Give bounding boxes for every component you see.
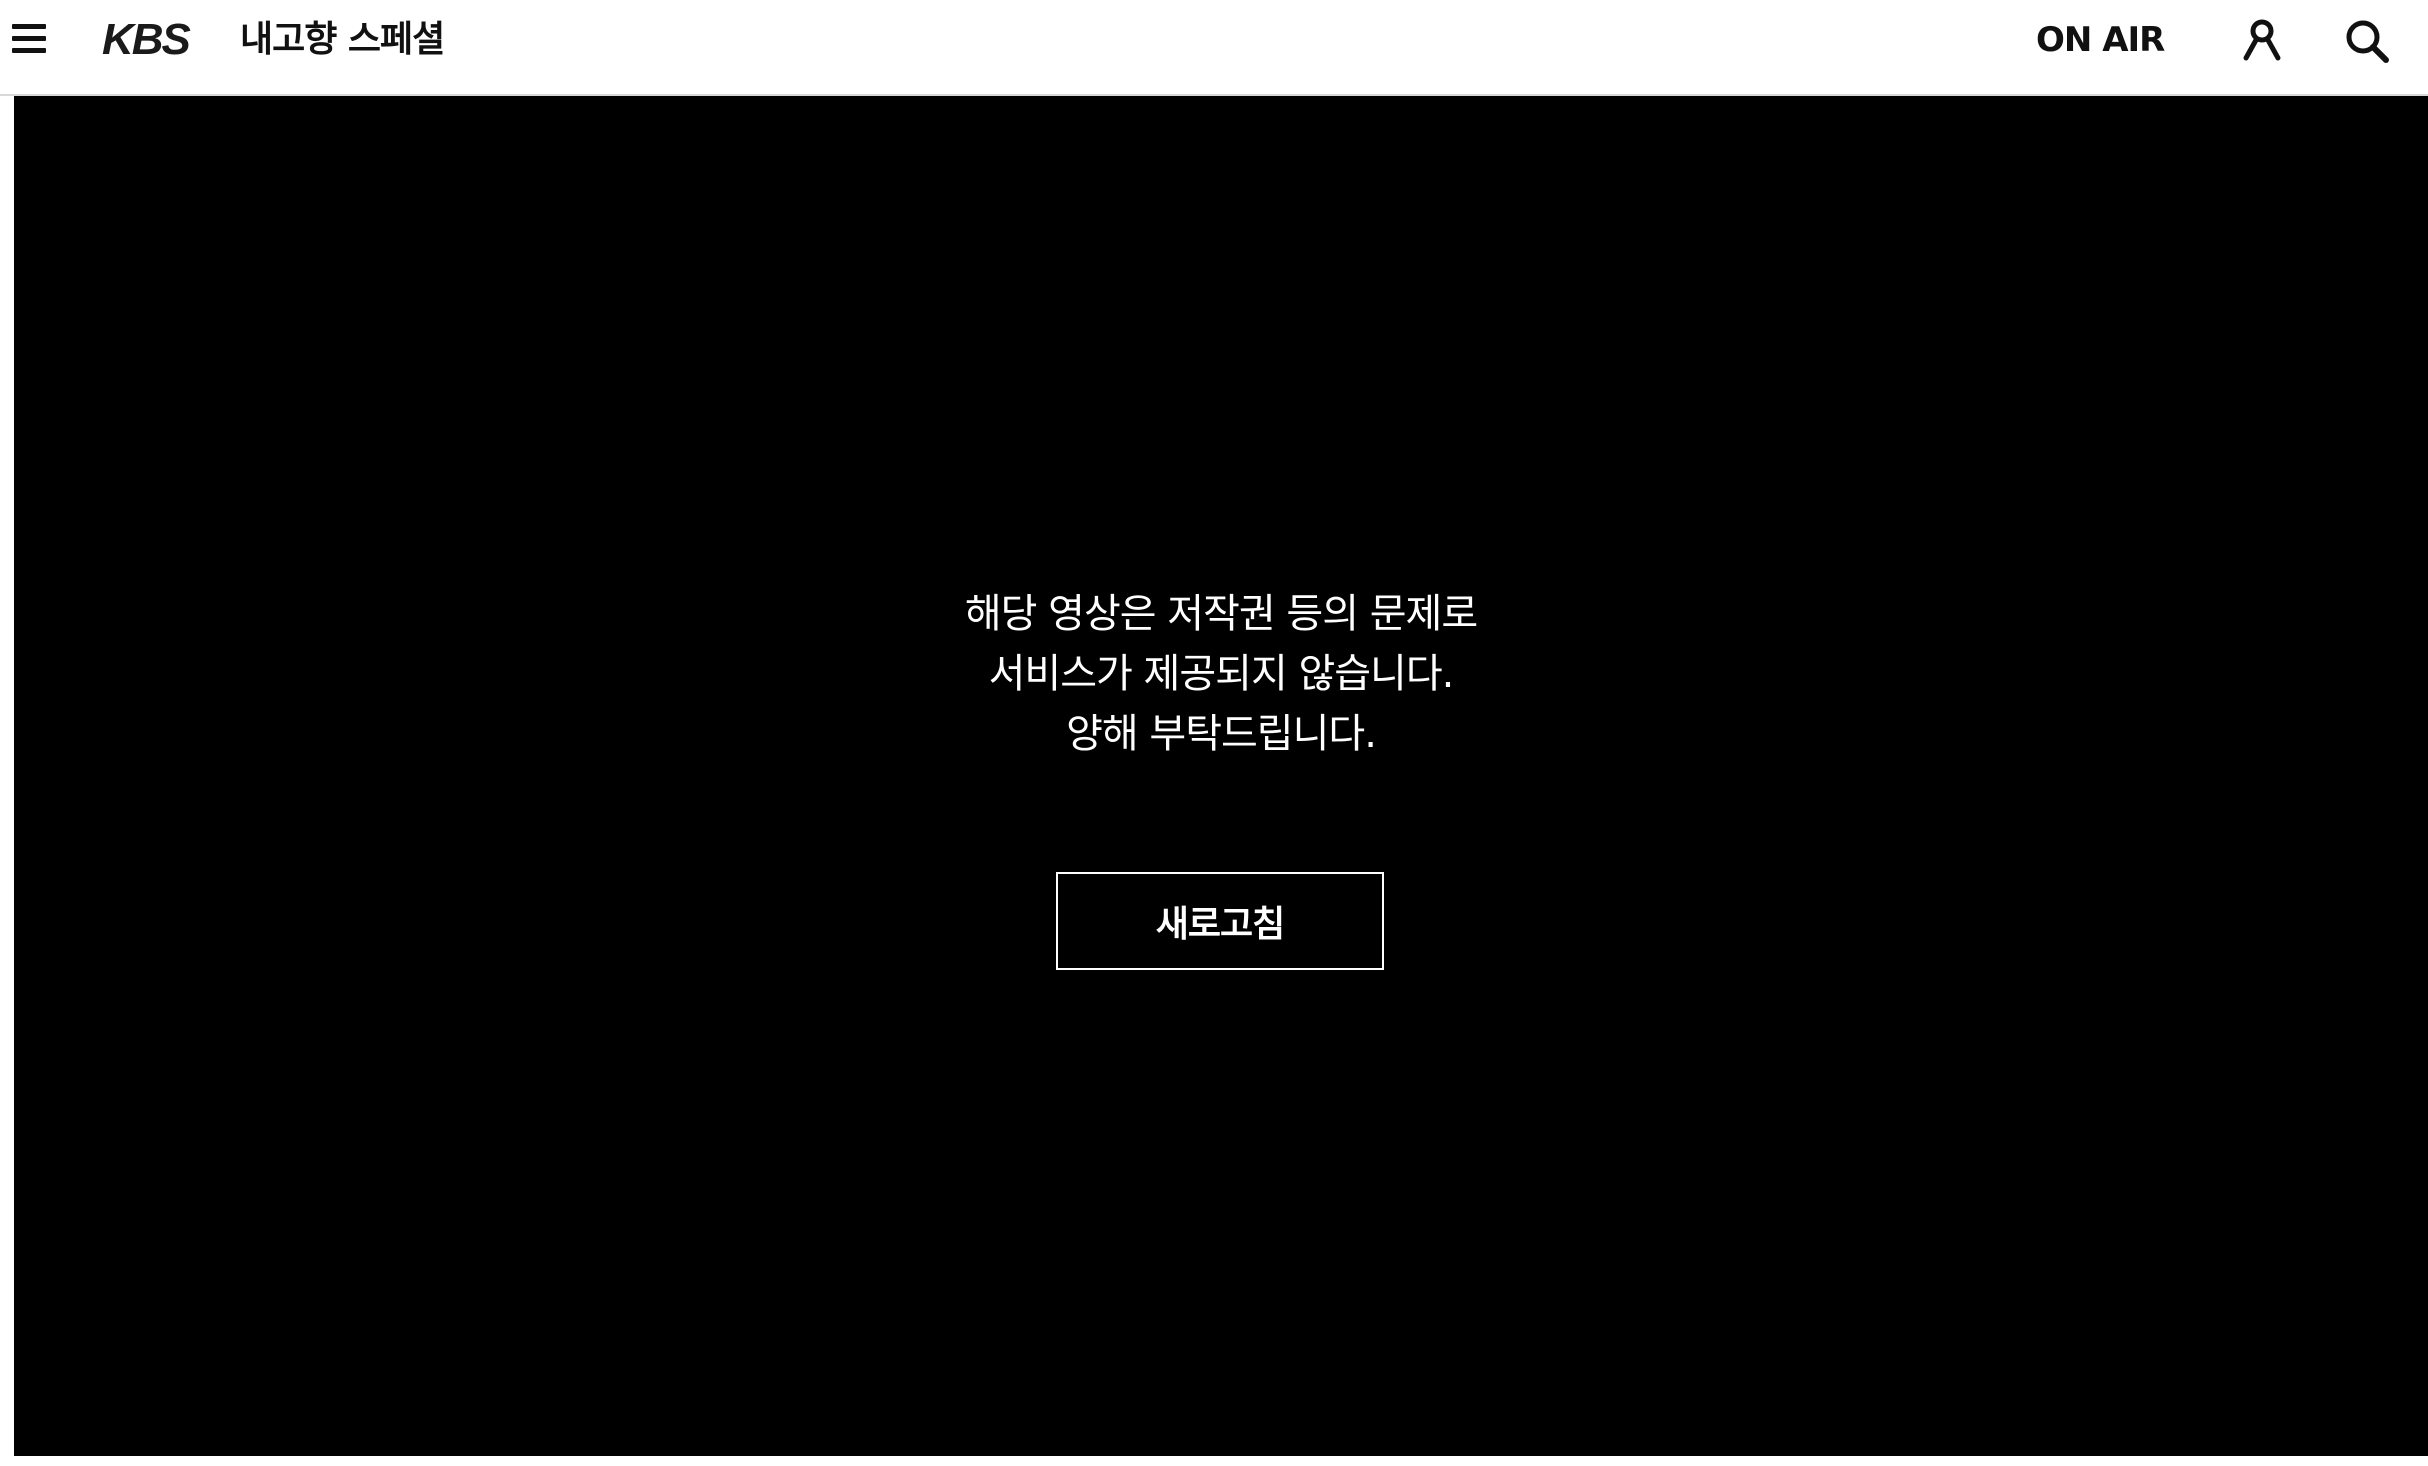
onair-link[interactable]: ON AIR — [2036, 18, 2165, 62]
menu-bar — [12, 36, 46, 41]
site-header: KBS 내고향 스페셜 ON AIR — [0, 0, 2428, 96]
menu-bar — [12, 48, 46, 53]
video-player[interactable]: 해당 영상은 저작권 등의 문제로 서비스가 제공되지 않습니다. 양해 부탁드… — [14, 96, 2428, 1456]
notice-line: 양해 부탁드립니다. — [1066, 711, 1377, 757]
search-icon[interactable] — [2344, 18, 2390, 64]
notice-line: 서비스가 제공되지 않습니다. — [988, 651, 1455, 697]
hamburger-menu-icon[interactable] — [12, 20, 48, 56]
menu-bar — [12, 24, 46, 29]
kbs-logo-text: KBS — [102, 16, 191, 60]
copyright-notice: 해당 영상은 저작권 등의 문제로 서비스가 제공되지 않습니다. 양해 부탁드… — [14, 584, 2428, 764]
program-title[interactable]: 내고향 스페셜 — [240, 16, 445, 64]
notice-line: 해당 영상은 저작권 등의 문제로 — [964, 591, 1478, 637]
user-icon[interactable] — [2240, 18, 2284, 62]
refresh-button[interactable]: 새로고침 — [1056, 872, 1384, 970]
kbs-logo[interactable]: KBS — [102, 16, 206, 60]
